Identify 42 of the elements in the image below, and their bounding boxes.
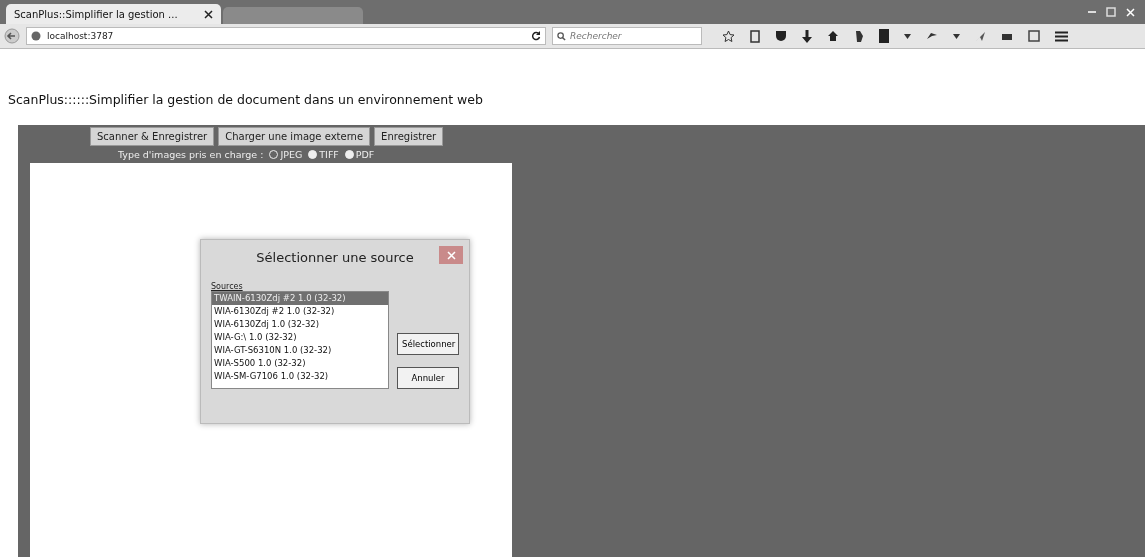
caret-icon[interactable] bbox=[953, 33, 960, 39]
search-field[interactable]: Rechercher bbox=[552, 27, 702, 45]
format-label: JPEG bbox=[280, 148, 303, 160]
formats-label: Type d'images pris en charge : bbox=[118, 148, 264, 160]
action-button[interactable]: Scanner & Enregistrer bbox=[90, 127, 215, 146]
search-icon bbox=[557, 31, 566, 41]
source-item[interactable]: WIA-S500 1.0 (32-32) bbox=[212, 357, 388, 370]
dialog-button[interactable]: Annuler bbox=[397, 367, 459, 389]
format-radio[interactable] bbox=[308, 149, 318, 159]
source-item[interactable]: TWAIN-6130Zdj #2 1.0 (32-32) bbox=[212, 292, 388, 305]
page-heading: ScanPlus::::::Simplifier la gestion de document dans un environnement web bbox=[7, 91, 484, 109]
close-icon bbox=[446, 250, 456, 260]
reload-icon[interactable] bbox=[531, 31, 541, 41]
download-icon[interactable] bbox=[802, 29, 812, 43]
star-icon[interactable] bbox=[722, 29, 735, 43]
maximize-icon[interactable] bbox=[1106, 7, 1116, 17]
caret-icon[interactable] bbox=[904, 33, 911, 39]
menu-icon[interactable] bbox=[1055, 30, 1068, 42]
address-text: localhost:3787 bbox=[47, 31, 114, 41]
address-bar[interactable]: localhost:3787 bbox=[26, 27, 546, 45]
back-icon[interactable] bbox=[4, 28, 20, 44]
dialog-button[interactable]: Sélectionner bbox=[397, 333, 459, 355]
clipboard-icon[interactable] bbox=[750, 29, 760, 43]
home-icon[interactable] bbox=[827, 30, 839, 42]
format-label: TIFF bbox=[319, 148, 339, 160]
close-button[interactable] bbox=[439, 246, 463, 264]
source-item[interactable]: WIA-GT-S6310N 1.0 (32-32) bbox=[212, 344, 388, 357]
format-label: PDF bbox=[355, 148, 375, 160]
action-button[interactable]: Enregistrer bbox=[374, 127, 444, 146]
source-item[interactable]: WIA-G:\ 1.0 (32-32) bbox=[212, 331, 388, 344]
source-item[interactable]: WIA-6130Zdj 1.0 (32-32) bbox=[212, 318, 388, 331]
shield-icon[interactable] bbox=[775, 30, 787, 42]
sources-label: Sources bbox=[211, 282, 244, 291]
format-radio[interactable] bbox=[344, 149, 354, 159]
browser-tab[interactable]: ScanPlus::Simplifier la gestion ... bbox=[6, 4, 221, 24]
dialog-title: Sélectionner une source bbox=[256, 249, 414, 265]
screenshot-icon[interactable] bbox=[1028, 30, 1040, 42]
globe-icon bbox=[31, 31, 41, 41]
source-item[interactable]: WIA-SM-G7106 1.0 (32-32) bbox=[212, 370, 388, 383]
close-icon[interactable] bbox=[204, 9, 213, 19]
source-item[interactable]: WIA-6130Zdj #2 1.0 (32-32) bbox=[212, 305, 388, 318]
action-button[interactable]: Charger une image externe bbox=[218, 127, 371, 146]
